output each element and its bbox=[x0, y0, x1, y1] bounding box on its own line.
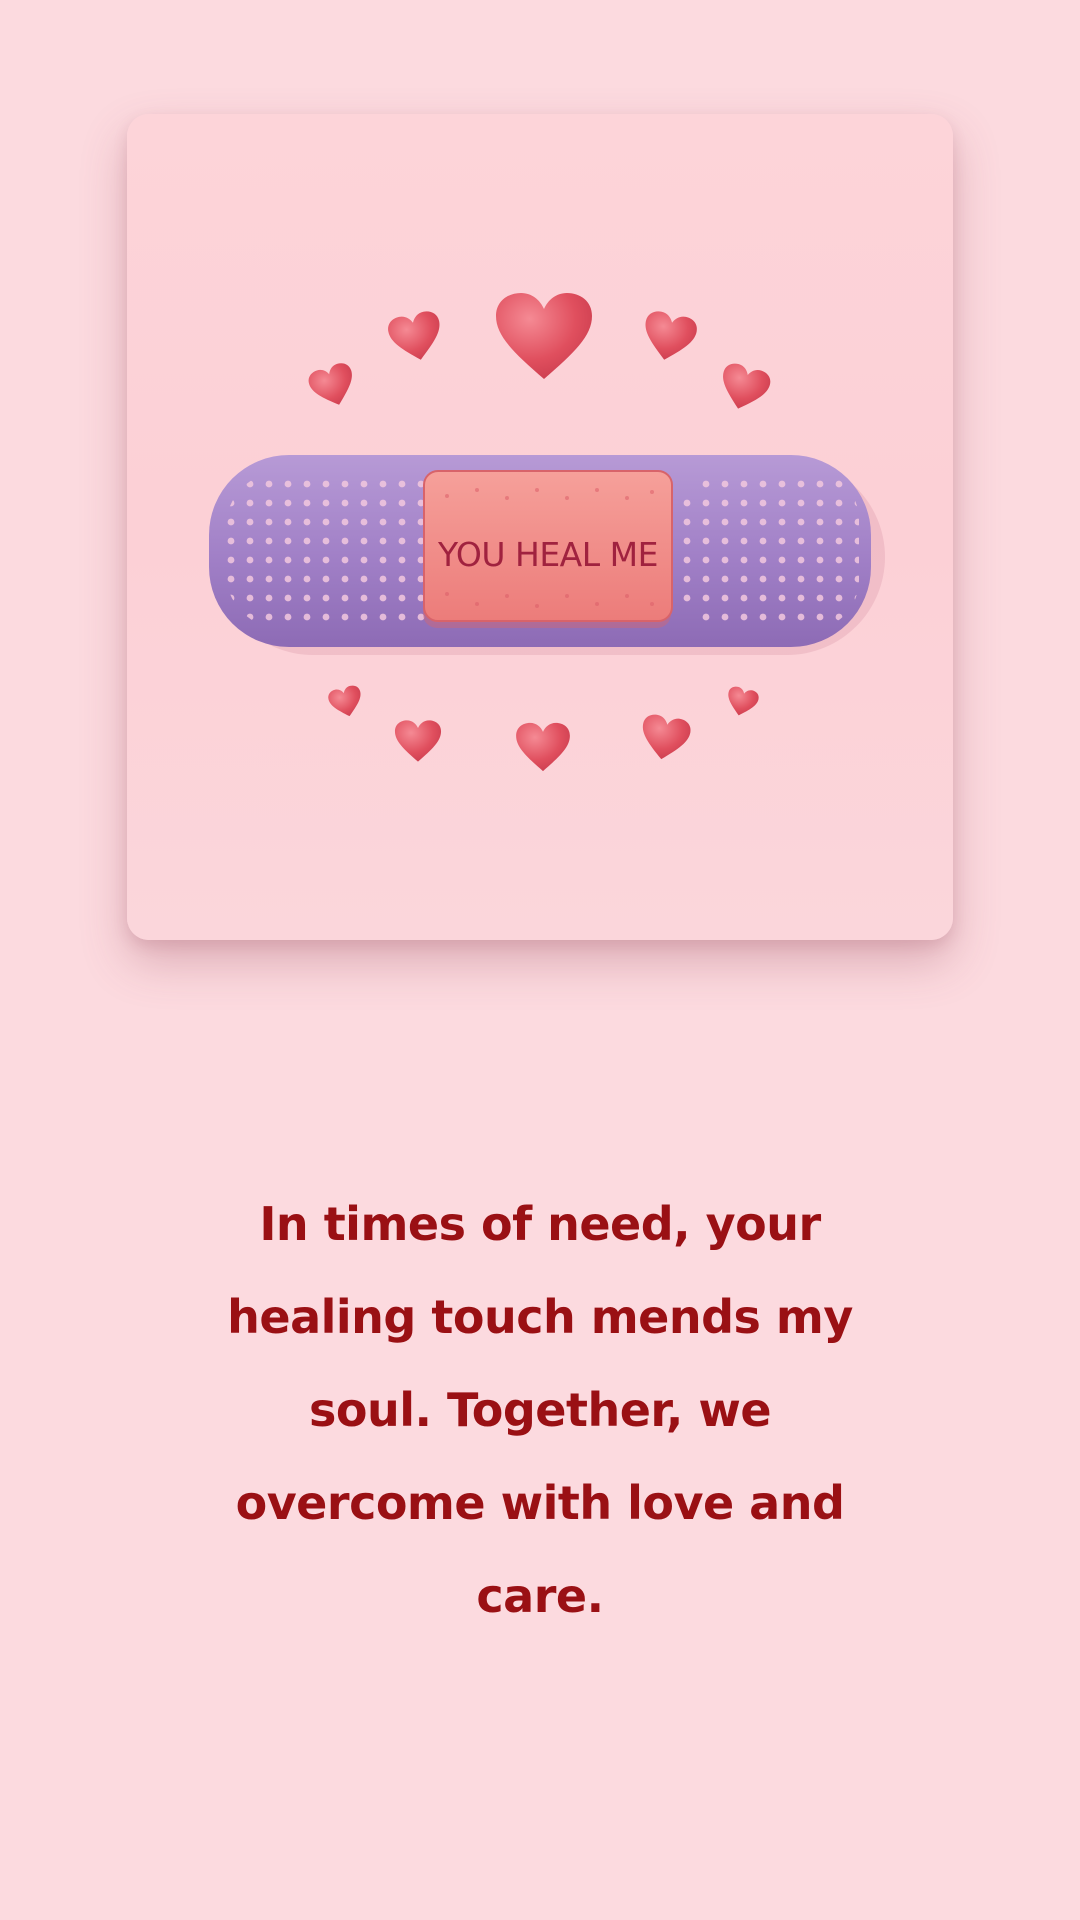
heart-icon bbox=[638, 308, 700, 366]
bandage: YOU HEAL ME bbox=[209, 455, 871, 647]
heart-icon bbox=[385, 308, 447, 366]
illustration-card: YOU HEAL ME bbox=[127, 114, 953, 940]
heart-icon bbox=[496, 293, 592, 379]
heart-icon bbox=[723, 684, 761, 720]
heart-icon bbox=[715, 360, 773, 416]
heart-icon bbox=[394, 720, 442, 762]
message-text: In times of need, your healing touch men… bbox=[227, 1197, 853, 1623]
bandage-illustration: YOU HEAL ME bbox=[209, 293, 885, 772]
heart-icon bbox=[637, 712, 693, 764]
heart-icon bbox=[516, 722, 570, 772]
bandage-label: YOU HEAL ME bbox=[437, 535, 658, 574]
heart-icon bbox=[326, 683, 366, 721]
heart-icon bbox=[305, 360, 361, 412]
